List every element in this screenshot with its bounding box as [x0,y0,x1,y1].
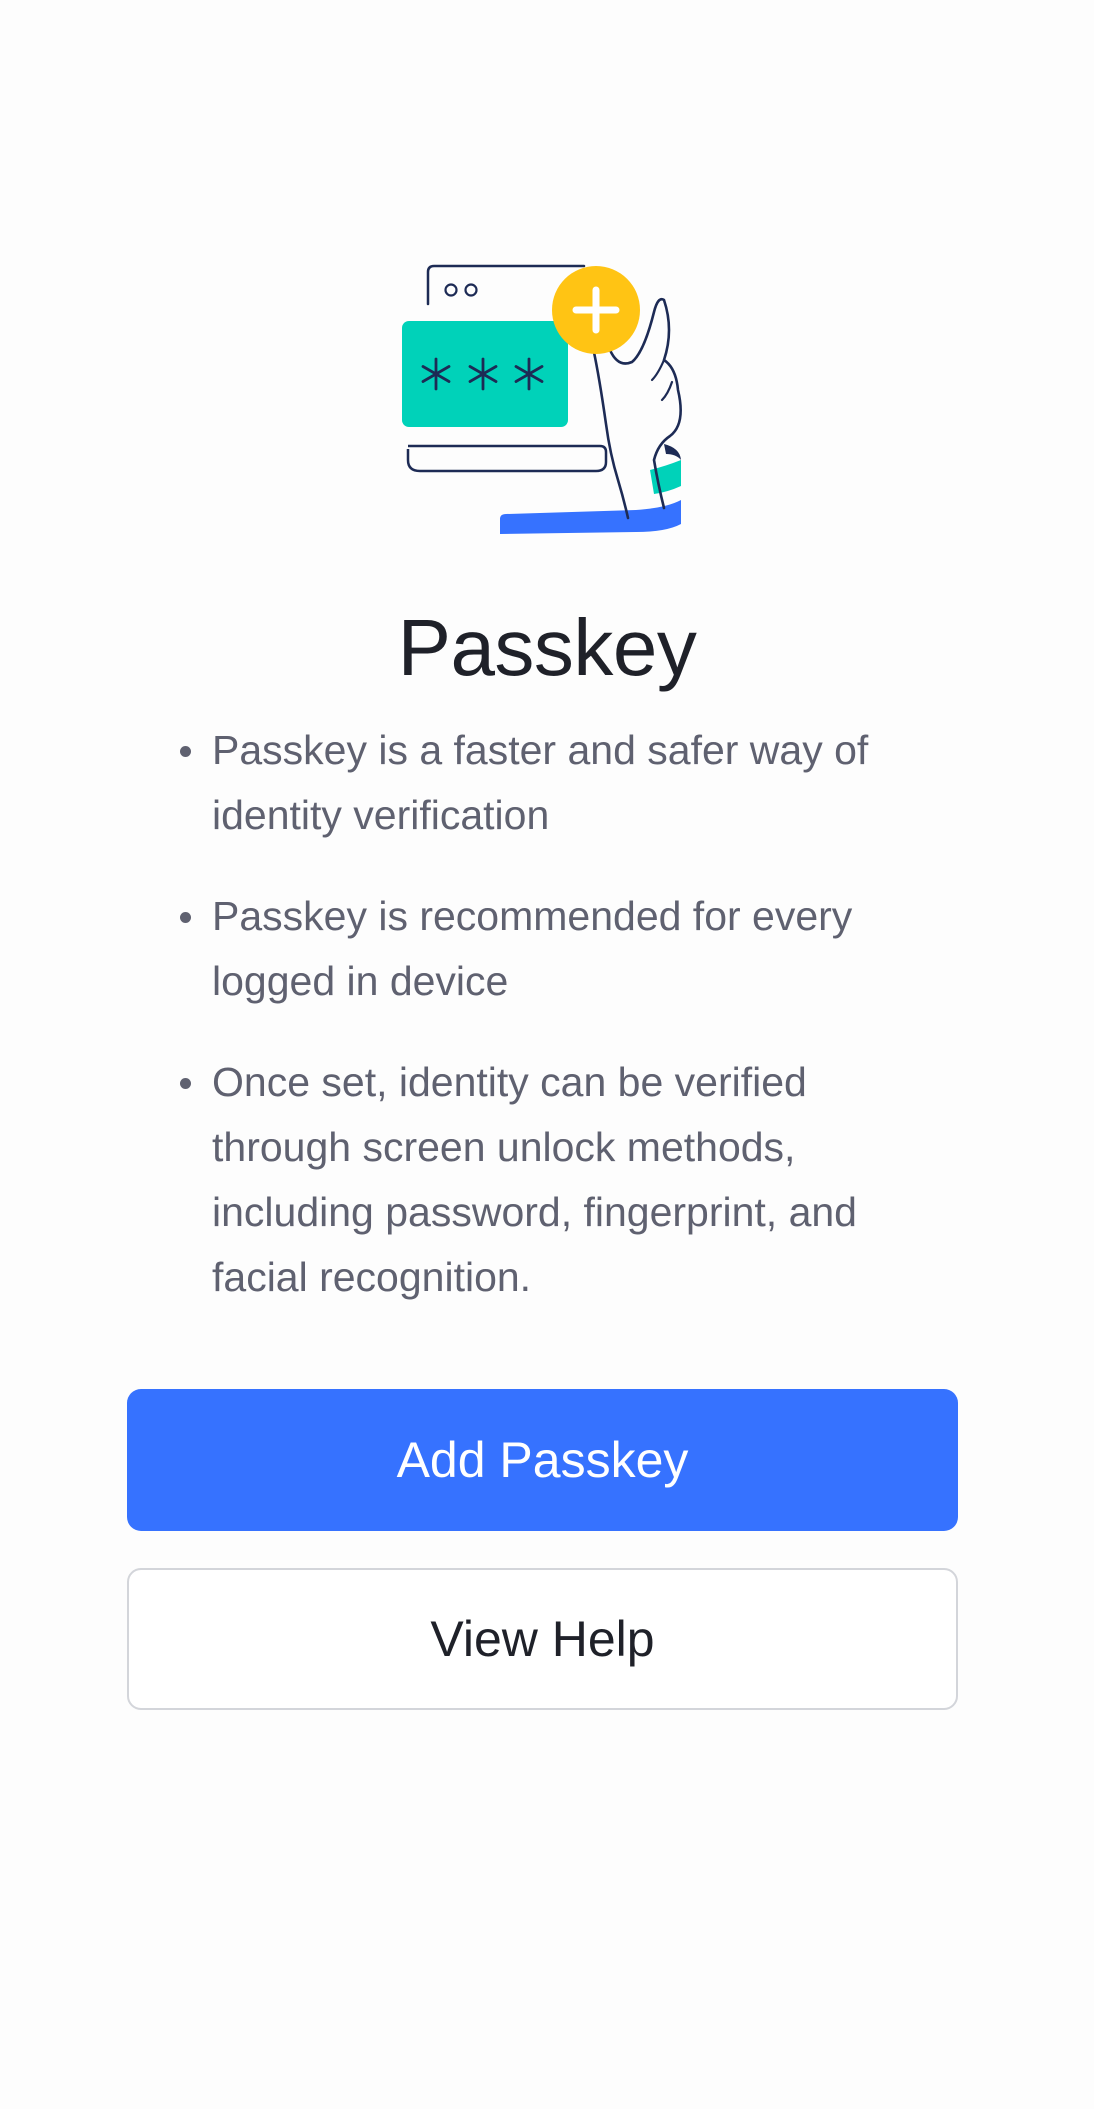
add-passkey-button[interactable]: Add Passkey [127,1389,958,1531]
feature-list: Passkey is a faster and safer way of ide… [170,718,930,1346]
list-item: Passkey is a faster and safer way of ide… [170,718,930,848]
page-title: Passkey [397,603,697,692]
bullet-icon [180,1078,191,1089]
list-item-text: Passkey is a faster and safer way of ide… [212,727,869,838]
list-item-text: Passkey is recommended for every logged … [212,893,853,1004]
list-item-text: Once set, identity can be verified throu… [212,1059,857,1300]
list-item: Passkey is recommended for every logged … [170,884,930,1014]
passkey-screen: Passkey Passkey is a faster and safer wa… [0,0,1094,2109]
bullet-icon [180,912,191,923]
passkey-illustration-icon [402,264,682,534]
view-help-button[interactable]: View Help [127,1568,958,1710]
bullet-icon [180,746,191,757]
list-item: Once set, identity can be verified throu… [170,1050,930,1310]
